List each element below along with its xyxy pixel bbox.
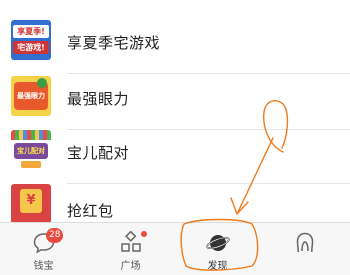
thumb-text-1: 宝儿配对 [14,143,48,159]
discover-list: 享夏季! 宅游戏! 享夏季宅游戏 最强眼力 最强眼力 宝儿配对 宝儿配对 ¥ 抢… [0,0,350,224]
tab-label: 发现 [207,261,228,272]
row-divider [67,183,350,184]
summer-games-thumbnail: 享夏季! 宅游戏! [11,20,51,60]
baby-match-thumbnail: 宝儿配对 [11,130,51,170]
profile-icon [296,232,313,252]
eyesight-thumbnail: 最强眼力 [11,76,51,116]
new-dot [141,231,147,237]
tab-discover[interactable]: 发现 [174,223,261,275]
bottom-tab-bar: 28 钱宝 广场 发现 [0,222,350,275]
thumb-text-1: 享夏季! [13,25,49,38]
red-packet-thumbnail: ¥ [11,184,51,224]
tab-wallet[interactable]: 28 钱宝 [0,223,87,275]
unread-badge: 28 [46,228,64,243]
planet-icon [205,235,230,251]
list-item-eyesight[interactable]: 最强眼力 最强眼力 [0,74,350,130]
thumb-text-1: ¥ [20,189,42,213]
grid-squares-icon [120,231,141,252]
list-item-label: 最强眼力 [67,90,130,108]
list-item-label: 享夏季宅游戏 [67,34,161,52]
list-item-label: 抢红包 [67,202,114,220]
tab-profile[interactable] [261,223,348,275]
tab-square[interactable]: 广场 [87,223,174,275]
leaf-decoration [37,78,47,88]
banner-decoration [21,161,41,168]
thumb-text-2: 宅游戏! [13,41,49,54]
tab-label: 钱宝 [33,261,54,272]
list-item-summer-games[interactable]: 享夏季! 宅游戏! 享夏季宅游戏 [0,18,350,74]
confetti-decoration [11,130,51,140]
list-item-label: 宝儿配对 [67,144,130,162]
tab-label: 广场 [120,261,141,272]
list-item-baby-match[interactable]: 宝儿配对 宝儿配对 [0,128,350,184]
